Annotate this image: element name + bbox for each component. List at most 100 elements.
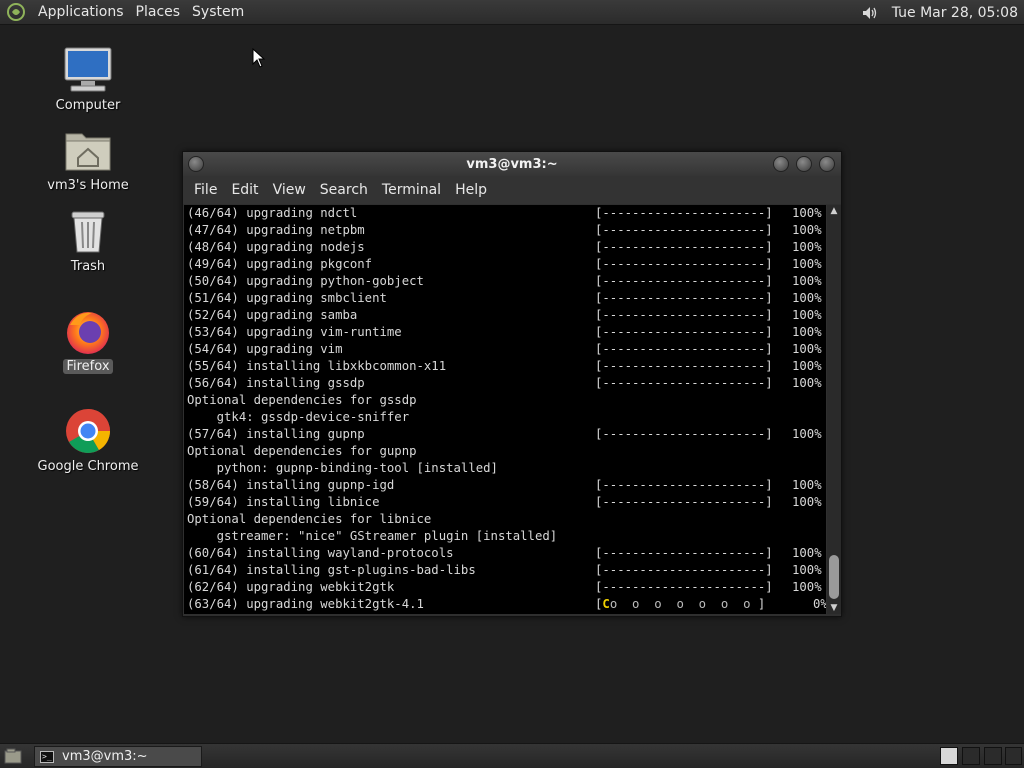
close-button[interactable] <box>819 156 835 172</box>
workspace-2[interactable] <box>962 747 980 765</box>
workspace-4[interactable] <box>1005 747 1022 765</box>
progress-percent: 100% <box>792 359 822 373</box>
scroll-down-arrow-icon[interactable]: ▼ <box>827 602 841 614</box>
progress-bar-text: [----------------------] <box>595 274 773 288</box>
volume-icon[interactable] <box>858 1 882 25</box>
menu-view[interactable]: View <box>266 182 313 198</box>
progress-percent: 100% <box>792 563 822 577</box>
progress-bar-text: [----------------------] <box>595 427 773 441</box>
menu-file[interactable]: File <box>187 182 224 198</box>
minimize-button[interactable] <box>773 156 789 172</box>
pacman-head: C <box>602 597 610 611</box>
progress-percent: 100% <box>792 580 822 594</box>
progress-bar-text: [----------------------] <box>595 325 773 339</box>
maximize-button[interactable] <box>796 156 812 172</box>
terminal-line-text: (48/64) upgrading nodejs <box>187 240 365 254</box>
desktop-icon-firefox[interactable]: Firefox <box>28 305 148 374</box>
desktop-icon-label: Firefox <box>63 359 113 374</box>
places-menu[interactable]: Places <box>130 0 187 25</box>
progress-percent: 100% <box>792 257 822 271</box>
pacman-dots: o o o o o o o <box>609 597 751 611</box>
terminal-line-text: (53/64) upgrading vim-runtime <box>187 325 402 339</box>
terminal-line-text: (50/64) upgrading python-gobject <box>187 274 424 288</box>
desktop-icon-label: Computer <box>55 98 121 113</box>
progress-bar-text: [----------------------] <box>595 257 773 271</box>
home-folder-icon <box>62 124 114 176</box>
progress-bar-text: [----------------------] <box>595 206 773 220</box>
taskbar-label: vm3@vm3:~ <box>62 749 148 764</box>
trash-icon <box>62 205 114 257</box>
window-title: vm3@vm3:~ <box>466 156 558 172</box>
desktop-icon-google-chrome[interactable]: Google Chrome <box>28 405 148 474</box>
terminal-window[interactable]: vm3@vm3:~ File Edit View Search Terminal… <box>182 151 842 617</box>
progress-percent: 100% <box>792 240 822 254</box>
progress-bar-text: [----------------------] <box>595 376 773 390</box>
clock[interactable]: Tue Mar 28, 05:08 <box>882 5 1024 21</box>
progress-bar-text: [----------------------] <box>595 580 773 594</box>
terminal-line-text: (51/64) upgrading smbclient <box>187 291 387 305</box>
terminal-line-text: Optional dependencies for gupnp <box>187 444 417 458</box>
terminal-line-text: (58/64) installing gupnp-igd <box>187 478 395 492</box>
desktop-icon-label: Google Chrome <box>37 459 139 474</box>
applications-menu[interactable]: Applications <box>32 0 130 25</box>
menu-terminal[interactable]: Terminal <box>375 182 448 198</box>
terminal-line-text: Optional dependencies for gssdp <box>187 393 417 407</box>
terminal-line-text: (54/64) upgrading vim <box>187 342 343 356</box>
terminal-icon: >_ <box>40 750 54 763</box>
terminal-menubar: File Edit View Search Terminal Help <box>183 176 841 204</box>
progress-percent: 100% <box>792 342 822 356</box>
terminal-line-text: (56/64) installing gssdp <box>187 376 365 390</box>
progress-percent: 100% <box>792 308 822 322</box>
terminal-line-text: (52/64) upgrading samba <box>187 308 358 322</box>
progress-percent: 100% <box>792 325 822 339</box>
system-menu[interactable]: System <box>186 0 250 25</box>
desktop-icon-label: vm3's Home <box>47 178 129 193</box>
pacman-progress-bar: [Co o o o o o o ] <box>595 596 765 613</box>
progress-percent: 100% <box>792 546 822 560</box>
distro-logo-icon[interactable] <box>4 0 28 24</box>
progress-percent: 0% <box>813 597 826 611</box>
terminal-line-text: gstreamer: "nice" GStreamer plugin [inst… <box>187 529 558 543</box>
terminal-line-text: (47/64) upgrading netpbm <box>187 223 365 237</box>
chrome-icon <box>62 405 114 457</box>
window-menu-button[interactable] <box>188 156 204 172</box>
workspace-3[interactable] <box>984 747 1002 765</box>
terminal-line-text: Optional dependencies for libnice <box>187 512 432 526</box>
progress-percent: 100% <box>792 223 822 237</box>
terminal-line-text: (59/64) installing libnice <box>187 495 380 509</box>
scroll-up-arrow-icon[interactable]: ▲ <box>827 205 841 217</box>
progress-percent: 100% <box>792 291 822 305</box>
progress-percent: 100% <box>792 376 822 390</box>
terminal-line-text: (60/64) installing wayland-protocols <box>187 546 454 560</box>
progress-bar-text: [----------------------] <box>595 563 773 577</box>
terminal-line-text: (55/64) installing libxkbcommon-x11 <box>187 359 447 373</box>
taskbar-terminal-button[interactable]: >_ vm3@vm3:~ <box>34 746 202 767</box>
progress-percent: 100% <box>792 274 822 288</box>
window-titlebar[interactable]: vm3@vm3:~ <box>183 152 841 176</box>
terminal-output[interactable]: (46/64) upgrading ndctl [----------------… <box>184 205 826 614</box>
progress-bar-text: [----------------------] <box>595 359 773 373</box>
workspace-1[interactable] <box>940 747 958 765</box>
terminal-line-text: (61/64) installing gst-plugins-bad-libs <box>187 563 476 577</box>
menu-edit[interactable]: Edit <box>224 182 265 198</box>
menu-search[interactable]: Search <box>313 182 375 198</box>
terminal-line-text: gtk4: gssdp-device-sniffer <box>187 410 410 424</box>
progress-bar-text: [----------------------] <box>595 495 773 509</box>
terminal-line-text: (46/64) upgrading ndctl <box>187 206 358 220</box>
desktop-icon-home[interactable]: vm3's Home <box>28 124 148 193</box>
progress-bar-text: [----------------------] <box>595 342 773 356</box>
desktop-icon-trash[interactable]: Trash <box>28 205 148 274</box>
top-panel: Applications Places System Tue Mar 28, 0… <box>0 0 1024 25</box>
show-desktop-icon[interactable] <box>2 745 24 767</box>
desktop-icon-computer[interactable]: Computer <box>28 44 148 113</box>
firefox-icon <box>62 305 114 357</box>
terminal-line-text: (49/64) upgrading pkgconf <box>187 257 373 271</box>
scrollbar-thumb[interactable] <box>829 555 839 599</box>
bottom-panel: >_ vm3@vm3:~ <box>0 743 1024 768</box>
mouse-cursor-icon <box>252 47 266 72</box>
menu-help[interactable]: Help <box>448 182 494 198</box>
progress-percent: 100% <box>792 206 822 220</box>
progress-bar-text: [----------------------] <box>595 546 773 560</box>
terminal-scrollbar[interactable]: ▲ ▼ <box>827 205 841 614</box>
terminal-line-text: (62/64) upgrading webkit2gtk <box>187 580 395 594</box>
